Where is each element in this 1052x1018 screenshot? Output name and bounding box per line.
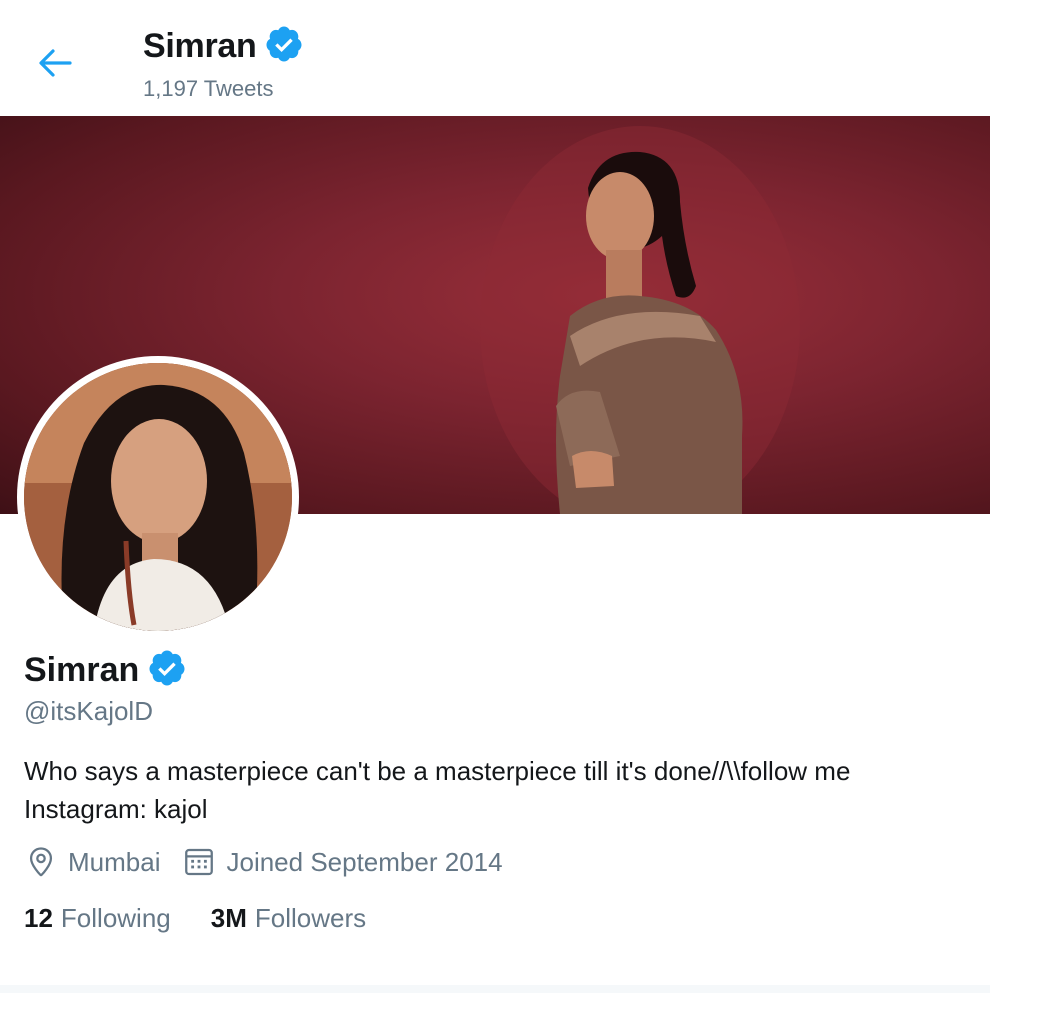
profile-location: Mumbai <box>24 845 160 879</box>
profile-handle: @itsKajolD <box>24 696 153 726</box>
back-button[interactable] <box>28 36 82 90</box>
profile-bio: Who says a masterpiece can't be a master… <box>24 756 851 824</box>
followers-count: 3M <box>210 903 247 933</box>
profile-avatar[interactable] <box>17 356 299 638</box>
profile-page: Simran 1,197 Tweets Simran @itsKajolD Wh… <box>0 0 1052 1018</box>
header-display-name: Simran <box>143 27 257 65</box>
avatar-photo <box>24 363 292 631</box>
follow-stats: 12 Following 3M Followers <box>24 903 406 934</box>
profile-meta: Mumbai Joined September 2014 <box>24 845 525 879</box>
followers-label: Followers <box>254 903 367 933</box>
profile-display-name: Simran <box>24 651 140 689</box>
profile-name-row: Simran <box>24 648 187 693</box>
verified-badge-icon <box>264 24 304 69</box>
profile-joined-date: Joined September 2014 <box>182 845 503 879</box>
location-text: Mumbai <box>68 846 161 877</box>
section-divider <box>0 985 990 993</box>
verified-badge-icon <box>147 648 187 693</box>
profile-header: Simran 1,197 Tweets <box>0 0 990 116</box>
location-pin-icon <box>29 847 53 877</box>
joined-text: Joined September 2014 <box>226 846 503 877</box>
header-tweet-count: 1,197 Tweets <box>143 76 274 101</box>
following-link[interactable]: 12 Following <box>24 903 171 934</box>
header-title-row: Simran <box>143 24 304 69</box>
following-count: 12 <box>24 903 53 933</box>
back-arrow-icon <box>39 49 72 77</box>
calendar-icon <box>185 848 214 876</box>
following-label: Following <box>60 903 171 933</box>
followers-link[interactable]: 3M Followers <box>211 903 366 934</box>
